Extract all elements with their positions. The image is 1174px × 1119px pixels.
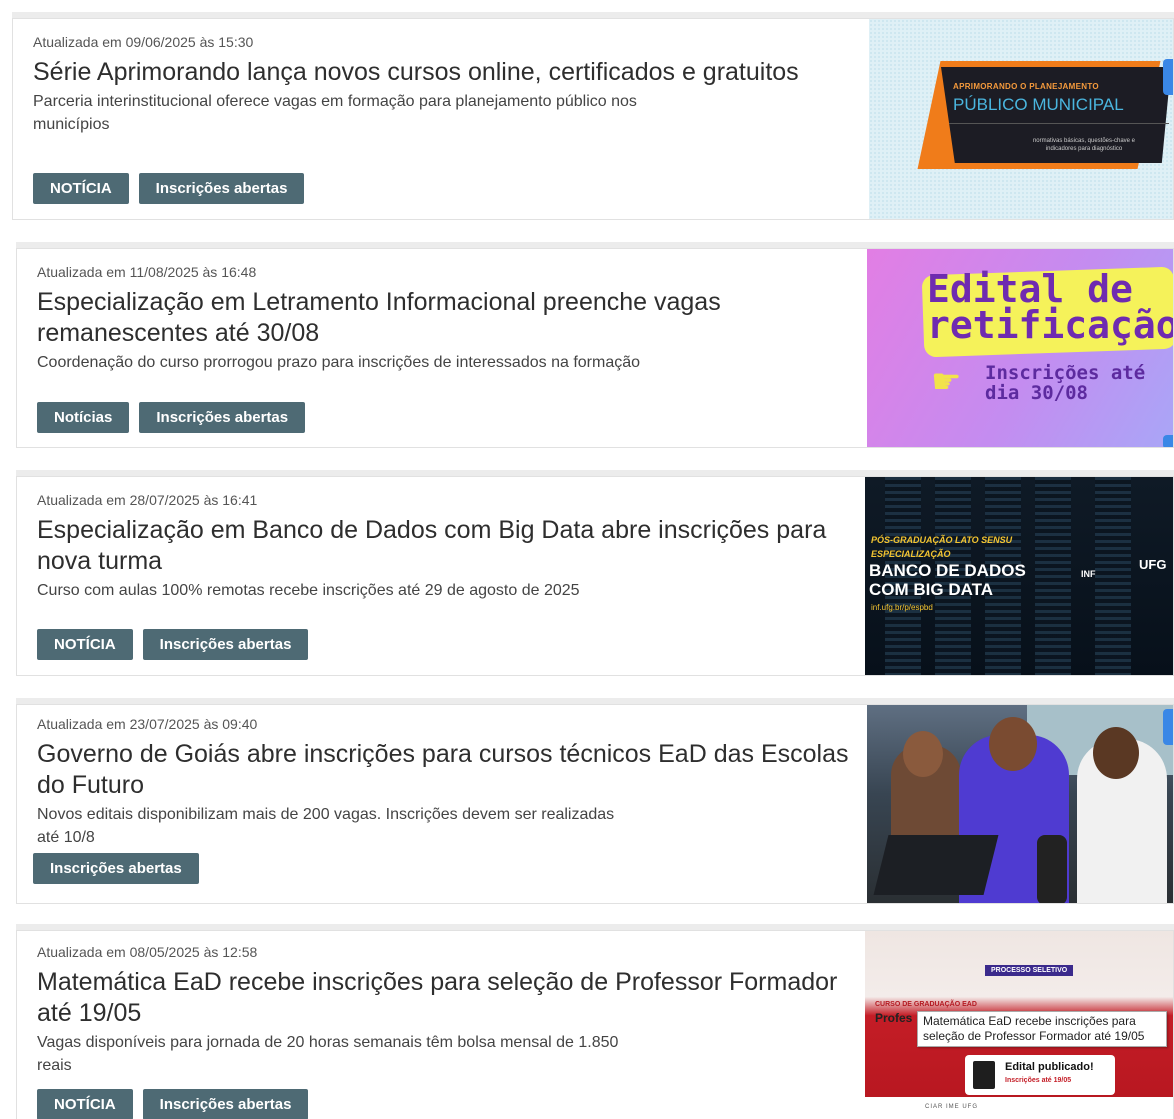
image-text: inf.ufg.br/p/espbd [871, 603, 933, 612]
tag-noticia[interactable]: NOTÍCIA [33, 173, 129, 204]
tag-inscricoes-abertas[interactable]: Inscrições abertas [33, 853, 199, 884]
news-card[interactable]: Atualizada em 28/07/2025 às 16:41 Especi… [16, 476, 1174, 676]
news-card[interactable]: Atualizada em 09/06/2025 às 15:30 Série … [12, 18, 1174, 220]
image-tooltip: Matemática EaD recebe inscrições para se… [917, 1011, 1167, 1047]
image-subtext: Inscrições até dia 30/08 [985, 362, 1146, 404]
pointing-hand-icon: ☛ [931, 363, 962, 401]
student-figure [903, 731, 943, 777]
image-text: PÓS-GRADUAÇÃO LATO SENSU [871, 535, 1013, 545]
edge-button[interactable] [1163, 709, 1173, 745]
news-card[interactable]: Atualizada em 23/07/2025 às 09:40 Govern… [16, 704, 1174, 904]
news-summary: Parceria interinstitucional oferece vaga… [33, 93, 637, 133]
news-card[interactable]: Atualizada em 11/08/2025 às 16:48 Especi… [16, 248, 1174, 448]
news-title[interactable]: Série Aprimorando lança novos cursos onl… [33, 57, 853, 88]
laptop [873, 835, 999, 895]
divider [949, 123, 1169, 124]
tag-inscricoes-abertas[interactable]: Inscrições abertas [139, 402, 306, 433]
image-text: BANCO DE DADOS COM BIG DATA [869, 561, 1026, 599]
news-summary: Vagas disponíveis para jornada de 20 hor… [37, 1034, 619, 1074]
tag-noticia[interactable]: NOTÍCIA [37, 1089, 133, 1119]
news-summary: Curso com aulas 100% remotas recebe insc… [37, 582, 580, 599]
image-heading: Edital de retificação [927, 267, 1173, 347]
image-badge: PROCESSO SELETIVO [985, 965, 1074, 976]
student-figure [989, 717, 1037, 771]
image-text: Inscrições até 19/05 [1005, 1077, 1072, 1084]
tag-noticia[interactable]: NOTÍCIA [37, 629, 133, 660]
updated-date: Atualizada em 11/08/2025 às 16:48 [37, 264, 257, 280]
news-summary: Coordenação do curso prorrogou prazo par… [37, 354, 641, 371]
news-image[interactable]: PROCESSO SELETIVO CURSO DE GRADUAÇÃO EAD… [865, 931, 1173, 1119]
image-text: Edital publicado! [1005, 1061, 1094, 1073]
document-icon [973, 1061, 995, 1089]
updated-date: Atualizada em 08/05/2025 às 12:58 [37, 944, 258, 960]
tag-inscricoes-abertas[interactable]: Inscrições abertas [138, 173, 305, 204]
news-summary: Novos editais disponibilizam mais de 200… [37, 806, 615, 846]
ufg-logo: UFG [1139, 557, 1167, 572]
image-text: APRIMORANDO O PLANEJAMENTO [953, 82, 1099, 91]
inf-logo: INF [1081, 569, 1096, 579]
partner-logos: CIAR IME UFG [865, 1097, 1173, 1119]
news-image[interactable]: PÓS-GRADUAÇÃO LATO SENSU ESPECIALIZAÇÃO … [865, 477, 1173, 675]
image-text: ESPECIALIZAÇÃO [871, 549, 951, 559]
tag-noticias[interactable]: Notícias [37, 402, 130, 433]
image-text: Profes [875, 1011, 913, 1025]
news-image[interactable]: APRIMORANDO O PLANEJAMENTO PÚBLICO MUNIC… [869, 19, 1173, 219]
server-rack [1095, 477, 1131, 675]
news-title[interactable]: Matemática EaD recebe inscrições para se… [37, 967, 867, 1029]
updated-date: Atualizada em 23/07/2025 às 09:40 [37, 716, 258, 732]
image-text: normativas básicas, questões-chave e ind… [1032, 138, 1136, 152]
bottle [1037, 835, 1067, 903]
updated-date: Atualizada em 09/06/2025 às 15:30 [33, 34, 254, 50]
image-text: PÚBLICO MUNICIPAL [953, 95, 1124, 114]
news-card[interactable]: Atualizada em 08/05/2025 às 12:58 Matemá… [16, 930, 1174, 1119]
news-title[interactable]: Especialização em Letramento Informacion… [37, 287, 867, 349]
news-image[interactable]: Edital de retificação ☛ Inscrições até d… [867, 249, 1173, 447]
edge-button[interactable] [1163, 59, 1173, 95]
updated-date: Atualizada em 28/07/2025 às 16:41 [37, 492, 258, 508]
tag-inscricoes-abertas[interactable]: Inscrições abertas [142, 629, 309, 660]
image-text: CURSO DE GRADUAÇÃO EAD [875, 1001, 977, 1008]
server-rack [1035, 477, 1071, 675]
news-title[interactable]: Governo de Goiás abre inscrições para cu… [37, 739, 867, 801]
edge-button[interactable] [1163, 435, 1173, 447]
news-title[interactable]: Especialização em Banco de Dados com Big… [37, 515, 867, 577]
student-figure [1093, 727, 1139, 779]
edital-box: Edital publicado! Inscrições até 19/05 [965, 1055, 1115, 1095]
tag-inscricoes-abertas[interactable]: Inscrições abertas [142, 1089, 309, 1119]
news-image[interactable] [867, 705, 1173, 903]
